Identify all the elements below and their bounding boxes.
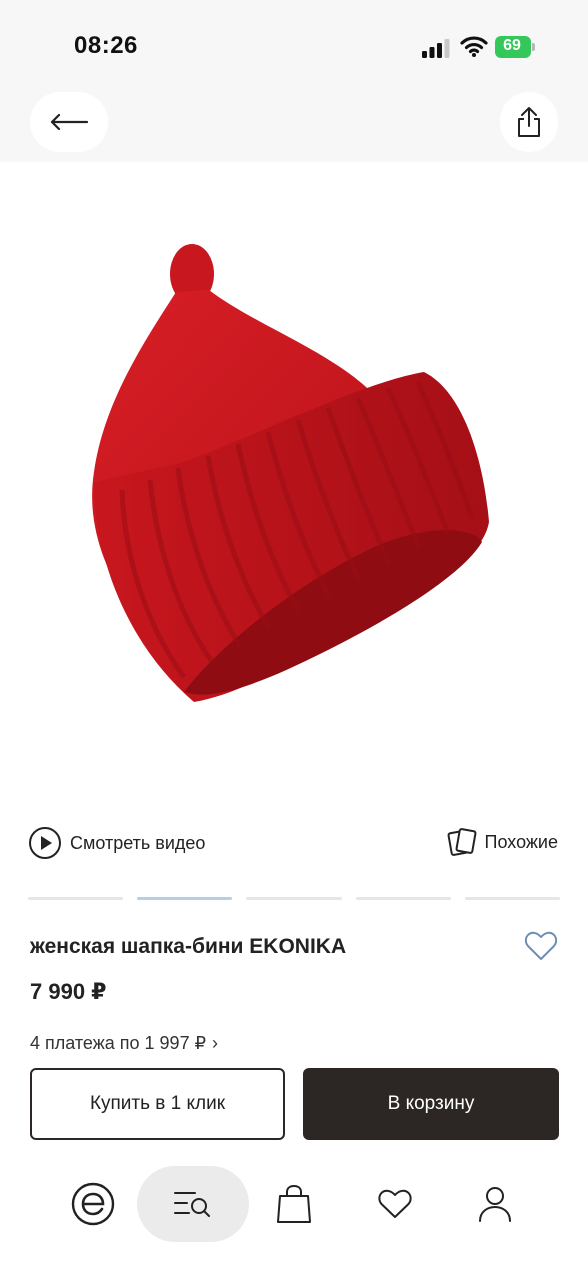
cellular-signal-icon	[422, 39, 450, 58]
bottom-tab-bar	[0, 1160, 588, 1280]
battery-level: 69	[503, 37, 521, 54]
pager-segment[interactable]	[246, 897, 342, 900]
pager-segment[interactable]	[464, 897, 561, 900]
product-title: женская шапка-бини EKONIKA	[30, 935, 347, 958]
share-button[interactable]	[500, 92, 558, 152]
buy-one-click-button[interactable]: Купить в 1 клик	[30, 1068, 285, 1140]
status-bar: 08:26 69	[0, 0, 588, 90]
wifi-icon	[460, 36, 488, 57]
watch-video-label: Смотреть видео	[70, 832, 206, 853]
media-row: Смотреть видео Похожие	[0, 820, 588, 868]
purchase-actions: Купить в 1 клик В корзину	[0, 1055, 588, 1165]
tab-home[interactable]	[58, 1166, 128, 1242]
chevron-right-icon: ›	[212, 1033, 219, 1053]
top-nav	[0, 90, 588, 162]
add-to-cart-button[interactable]: В корзину	[303, 1068, 559, 1140]
play-circle-icon	[29, 827, 61, 859]
shopping-bag-icon	[277, 1184, 311, 1223]
installments-text: 4 платежа по 1 997 ₽	[30, 1033, 207, 1053]
tab-catalog[interactable]	[137, 1166, 249, 1242]
status-time: 08:26	[74, 32, 138, 59]
tab-favorites[interactable]	[360, 1166, 430, 1242]
battery-cap	[532, 43, 535, 51]
battery-indicator: 69	[495, 36, 537, 58]
tab-profile[interactable]	[460, 1166, 530, 1242]
back-button[interactable]	[30, 92, 108, 152]
similar-label: Похожие	[484, 831, 558, 852]
pager-segment-active[interactable]	[137, 897, 233, 900]
product-price: 7 990 ₽	[30, 979, 107, 1004]
user-icon	[479, 1187, 511, 1222]
arrow-left-icon	[50, 113, 89, 131]
heart-icon	[378, 1189, 412, 1218]
similar-cards-icon	[447, 828, 477, 856]
brand-e-icon	[71, 1182, 115, 1226]
watch-video-link[interactable]: Смотреть видео	[28, 826, 205, 860]
favorite-heart-icon[interactable]	[524, 930, 558, 962]
similar-link[interactable]: Похожие	[447, 826, 558, 858]
red-beanie-image	[92, 244, 489, 702]
installments-link[interactable]: 4 платежа по 1 997 ₽ ›	[30, 1033, 218, 1053]
product-image[interactable]	[0, 162, 588, 802]
pager-segment[interactable]	[28, 897, 124, 900]
pager-segment[interactable]	[355, 897, 451, 900]
catalog-search-icon	[174, 1192, 210, 1217]
share-icon	[518, 107, 540, 137]
gallery-pager	[28, 897, 561, 901]
tab-bag[interactable]	[260, 1166, 328, 1242]
